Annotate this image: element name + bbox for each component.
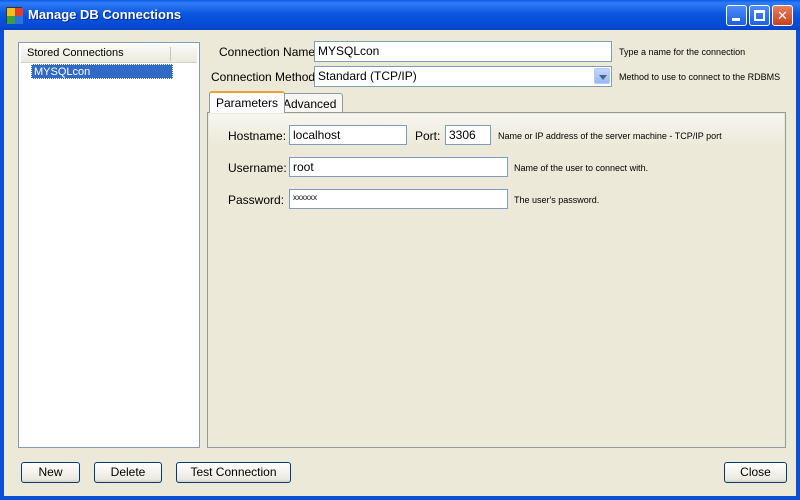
maximize-button[interactable] bbox=[749, 5, 770, 26]
window-title: Manage DB Connections bbox=[28, 7, 182, 22]
tab-advanced[interactable]: Advanced bbox=[276, 93, 344, 113]
connection-method-hint: Method to use to connect to the RDBMS bbox=[619, 72, 781, 82]
close-icon: ✕ bbox=[777, 8, 788, 23]
hostname-label: Hostname: bbox=[228, 129, 287, 143]
username-label: Username: bbox=[228, 161, 287, 175]
maximize-icon bbox=[754, 10, 765, 21]
test-connection-button[interactable]: Test Connection bbox=[176, 462, 291, 483]
connection-name-input[interactable]: MYSQLcon bbox=[314, 41, 612, 62]
hostname-hint: Name or IP address of the server machine… bbox=[498, 131, 722, 141]
close-button[interactable]: Close bbox=[724, 462, 787, 483]
connection-method-value: Standard (TCP/IP) bbox=[318, 69, 417, 83]
username-input[interactable]: root bbox=[289, 157, 508, 177]
connection-method-label: Connection Method: bbox=[211, 70, 319, 84]
connection-name-label: Connection Name: bbox=[219, 45, 319, 59]
close-window-button[interactable]: ✕ bbox=[772, 5, 793, 26]
stored-connections-header[interactable]: Stored Connections bbox=[21, 45, 197, 63]
password-label: Password: bbox=[228, 193, 285, 207]
hostname-input[interactable]: localhost bbox=[289, 125, 407, 145]
stored-connections-list[interactable]: Stored Connections MYSQLcon bbox=[18, 42, 200, 448]
app-icon bbox=[6, 7, 23, 24]
username-hint: Name of the user to connect with. bbox=[514, 163, 649, 173]
new-button[interactable]: New bbox=[21, 462, 80, 483]
password-hint: The user's password. bbox=[514, 195, 600, 205]
column-divider bbox=[170, 47, 171, 61]
connection-method-select[interactable]: Standard (TCP/IP) bbox=[314, 66, 612, 87]
chevron-down-icon[interactable] bbox=[594, 68, 610, 84]
password-input[interactable]: xxxxxx bbox=[289, 189, 508, 209]
minimize-icon bbox=[732, 18, 740, 21]
manage-db-connections-window: Manage DB Connections ✕ Stored Connectio… bbox=[0, 0, 800, 500]
delete-button[interactable]: Delete bbox=[94, 462, 162, 483]
tab-parameters[interactable]: Parameters bbox=[209, 91, 286, 113]
title-bar[interactable]: Manage DB Connections ✕ bbox=[0, 0, 800, 30]
connection-name-hint: Type a name for the connection bbox=[619, 47, 746, 57]
list-item[interactable]: MYSQLcon bbox=[31, 64, 173, 79]
port-input[interactable]: 3306 bbox=[445, 125, 491, 145]
minimize-button[interactable] bbox=[726, 5, 747, 26]
port-label: Port: bbox=[415, 129, 441, 143]
